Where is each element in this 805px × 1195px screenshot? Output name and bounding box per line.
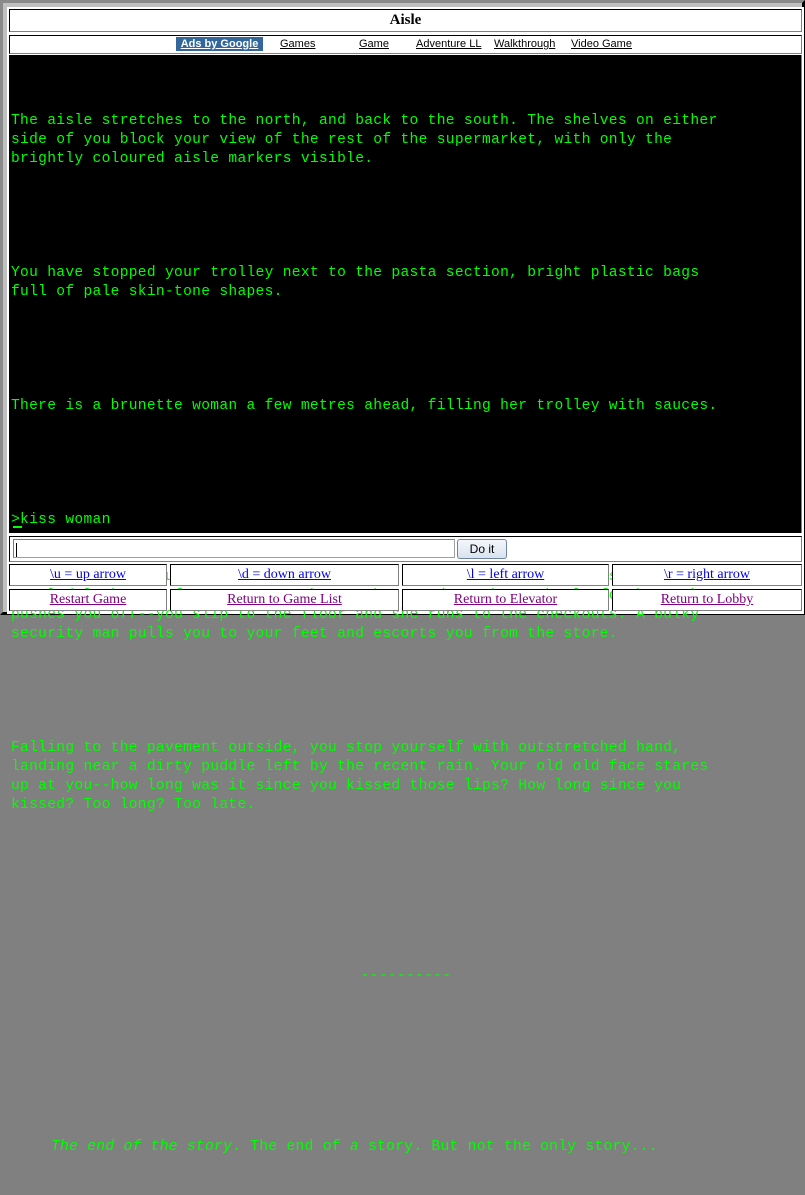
game-transcript: The aisle stretches to the north, and ba… (11, 74, 801, 1195)
nav-cell-elevator: Return to Elevator (402, 589, 609, 611)
ads-bar: Ads by Google Games Game Adventure LL Wa… (9, 35, 802, 54)
nav-cell-lobby: Return to Lobby (612, 589, 802, 611)
restart-game-link[interactable]: Restart Game (50, 592, 127, 607)
room-description: The aisle stretches to the north, and ba… (11, 113, 718, 167)
down-arrow-link[interactable]: \d = down arrow (238, 567, 331, 582)
page-body: Aisle Ads by Google Games Game Adventure… (7, 7, 804, 1155)
return-to-elevator-link[interactable]: Return to Elevator (454, 592, 557, 607)
ads-by-google-link[interactable]: Ads by Google (176, 37, 263, 51)
shortcut-cell-up: \u = up arrow (9, 564, 167, 586)
shortcut-cell-left: \l = left arrow (402, 564, 609, 586)
command-echo: >kiss woman (11, 512, 111, 528)
return-to-lobby-link[interactable]: Return to Lobby (661, 592, 754, 607)
shortcut-cell-down: \d = down arrow (170, 564, 399, 586)
navigation-row: Restart Game Return to Game List Return … (9, 589, 802, 611)
return-to-game-list-link[interactable]: Return to Game List (227, 592, 342, 607)
shortcut-cell-right: \r = right arrow (612, 564, 802, 586)
nav-cell-game-list: Return to Game List (170, 589, 399, 611)
ending-text: The end of the story. The end of a story… (11, 1138, 801, 1157)
nav-cell-restart: Restart Game (9, 589, 167, 611)
ad-link-adventure-ll[interactable]: Adventure LL (416, 36, 481, 53)
right-arrow-link[interactable]: \r = right arrow (664, 567, 750, 582)
input-caret (16, 543, 17, 557)
ending-italic-1: The end of the story (51, 1139, 233, 1155)
ad-link-game[interactable]: Game (359, 36, 389, 53)
ad-link-walkthrough[interactable]: Walkthrough (494, 36, 555, 53)
ad-link-games[interactable]: Games (280, 36, 315, 53)
command-row: Do it (9, 536, 802, 562)
room-detail: You have stopped your trolley next to th… (11, 265, 700, 300)
response-text-2: Falling to the pavement outside, you sto… (11, 740, 709, 813)
do-it-button[interactable]: Do it (457, 539, 507, 559)
text-cursor (13, 526, 22, 528)
left-arrow-link[interactable]: \l = left arrow (467, 567, 544, 582)
shortcut-row: \u = up arrow \d = down arrow \l = left … (9, 564, 802, 586)
section-divider: ---------- (360, 968, 452, 984)
room-npc: There is a brunette woman a few metres a… (11, 398, 718, 414)
ad-link-video-game[interactable]: Video Game (571, 36, 632, 53)
ending-italic-2: a (349, 1139, 359, 1155)
ending-part-4: story. But not the only story... (358, 1139, 658, 1155)
browser-window-frame: Aisle Ads by Google Games Game Adventure… (0, 0, 805, 1155)
game-output-area: The aisle stretches to the north, and ba… (9, 55, 802, 1155)
command-input[interactable] (13, 539, 455, 558)
page-title: Aisle (9, 9, 802, 32)
ending-part-2: . The end of (232, 1139, 350, 1155)
up-arrow-link[interactable]: \u = up arrow (50, 567, 126, 582)
